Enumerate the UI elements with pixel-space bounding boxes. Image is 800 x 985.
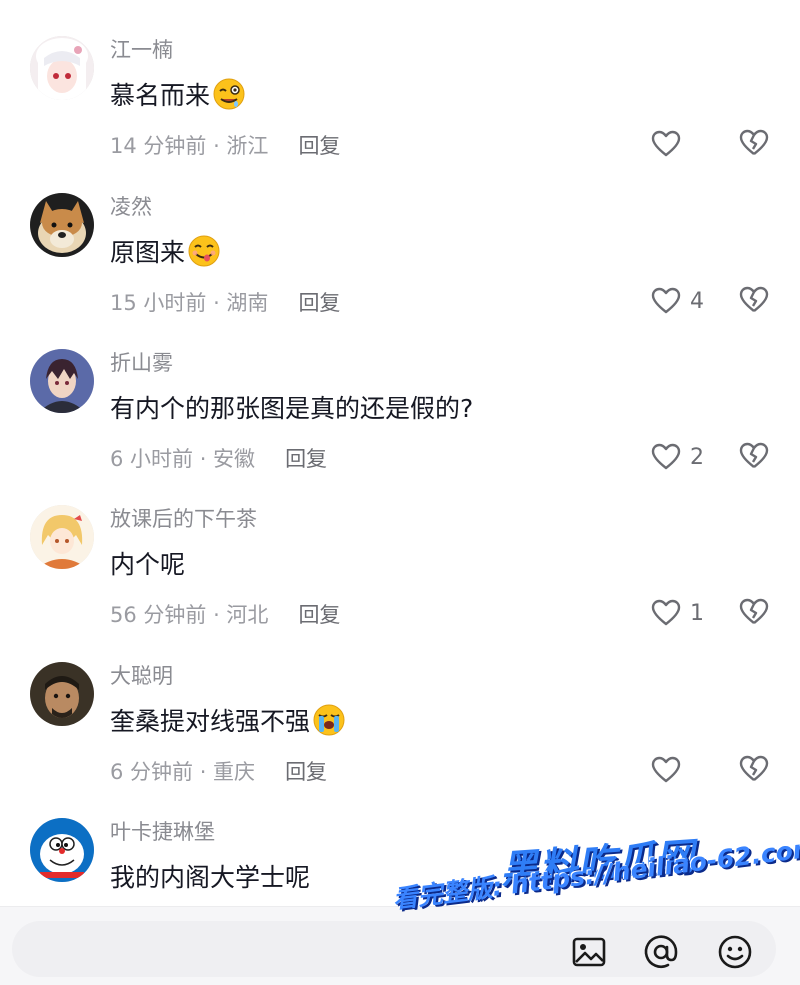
like-button[interactable]: 1 bbox=[650, 595, 704, 631]
broken-heart-icon bbox=[739, 129, 769, 155]
comment-meta: 6 小时前 · 安徽 回复 bbox=[110, 443, 327, 473]
comment-text-content: 原图来 bbox=[110, 238, 186, 267]
dislike-button[interactable] bbox=[738, 127, 770, 159]
comment-time-location: 15 小时前 · 湖南 bbox=[110, 291, 269, 315]
like-button[interactable] bbox=[650, 126, 690, 162]
broken-heart-icon bbox=[739, 286, 769, 312]
like-count: 4 bbox=[690, 288, 704, 314]
like-count: 1 bbox=[690, 600, 704, 626]
broken-heart-icon bbox=[739, 442, 769, 468]
reply-button[interactable]: 回复 bbox=[298, 599, 340, 629]
comment-time-location: 6 小时前 · 安徽 bbox=[110, 447, 256, 471]
comment-text: 内个呢 bbox=[110, 545, 185, 581]
comment-text-content: 我的内阁大学士呢 bbox=[110, 863, 311, 892]
heart-icon bbox=[651, 130, 681, 157]
comment-time-location: 56 分钟前 · 河北 bbox=[110, 603, 269, 627]
reply-button[interactable]: 回复 bbox=[285, 443, 327, 473]
comment-meta: 6 分钟前 · 重庆 回复 bbox=[110, 756, 327, 786]
like-button[interactable]: 2 bbox=[650, 439, 704, 475]
comment-item: 江一楠 慕名而来 14 分钟前 · 浙江 回复 bbox=[0, 36, 800, 192]
comment-meta: 56 分钟前 · 河北 回复 bbox=[110, 599, 340, 629]
comment-time-location: 14 分钟前 · 浙江 bbox=[110, 134, 269, 158]
username[interactable]: 折山雾 bbox=[110, 347, 173, 377]
like-button[interactable]: 4 bbox=[650, 283, 704, 319]
avatar[interactable] bbox=[30, 36, 94, 100]
comment-meta: 15 小时前 · 湖南 回复 bbox=[110, 287, 340, 317]
comment-text: 原图来 bbox=[110, 233, 221, 269]
like-count: 2 bbox=[690, 444, 704, 470]
avatar[interactable] bbox=[30, 662, 94, 726]
comment-time-location: 6 分钟前 · 重庆 bbox=[110, 760, 256, 784]
comment-text-content: 有内个的那张图是真的还是假的? bbox=[110, 394, 474, 423]
reply-button[interactable]: 回复 bbox=[298, 130, 340, 160]
dislike-button[interactable] bbox=[738, 284, 770, 316]
like-button[interactable] bbox=[650, 752, 690, 788]
dislike-button[interactable] bbox=[738, 440, 770, 472]
comment-text-content: 内个呢 bbox=[110, 550, 186, 579]
drooling-face-icon bbox=[212, 77, 246, 111]
comment-item: 放课后的下午茶 内个呢 56 分钟前 · 河北 回复 1 bbox=[0, 505, 800, 661]
comment-item: 折山雾 有内个的那张图是真的还是假的? 6 小时前 · 安徽 回复 2 bbox=[0, 349, 800, 505]
comment-item: 凌然 原图来 15 小时前 · 湖南 回复 4 bbox=[0, 193, 800, 349]
avatar[interactable] bbox=[30, 505, 94, 569]
avatar[interactable] bbox=[30, 193, 94, 257]
dislike-button[interactable] bbox=[738, 753, 770, 785]
comment-meta: 14 分钟前 · 浙江 回复 bbox=[110, 130, 340, 160]
comment-item: 大聪明 奎桑提对线强不强 6 分钟前 · 重庆 回复 bbox=[0, 662, 800, 818]
username[interactable]: 大聪明 bbox=[110, 660, 173, 690]
comment-text: 奎桑提对线强不强 bbox=[110, 702, 346, 738]
comment-input-bar bbox=[0, 906, 800, 985]
image-icon[interactable] bbox=[570, 933, 608, 971]
heart-icon bbox=[651, 443, 681, 470]
comment-text-content: 奎桑提对线强不强 bbox=[110, 707, 311, 736]
broken-heart-icon bbox=[739, 598, 769, 624]
yum-face-icon bbox=[187, 234, 221, 268]
reply-button[interactable]: 回复 bbox=[298, 287, 340, 317]
broken-heart-icon bbox=[739, 755, 769, 781]
comment-text: 我的内阁大学士呢 bbox=[110, 858, 310, 894]
avatar[interactable] bbox=[30, 818, 94, 882]
dislike-button[interactable] bbox=[738, 596, 770, 628]
username[interactable]: 凌然 bbox=[110, 191, 152, 221]
heart-icon bbox=[651, 599, 681, 626]
username[interactable]: 江一楠 bbox=[110, 34, 173, 64]
comment-text: 有内个的那张图是真的还是假的? bbox=[110, 389, 473, 425]
emoji-icon[interactable] bbox=[716, 933, 754, 971]
heart-icon bbox=[651, 287, 681, 314]
avatar[interactable] bbox=[30, 349, 94, 413]
reply-button[interactable]: 回复 bbox=[285, 756, 327, 786]
comment-text: 慕名而来 bbox=[110, 76, 246, 112]
at-icon[interactable] bbox=[642, 933, 680, 971]
username[interactable]: 叶卡捷琳堡 bbox=[110, 816, 215, 846]
username[interactable]: 放课后的下午茶 bbox=[110, 503, 257, 533]
heart-icon bbox=[651, 756, 681, 783]
crying-face-icon bbox=[312, 703, 346, 737]
comment-text-content: 慕名而来 bbox=[110, 81, 211, 110]
